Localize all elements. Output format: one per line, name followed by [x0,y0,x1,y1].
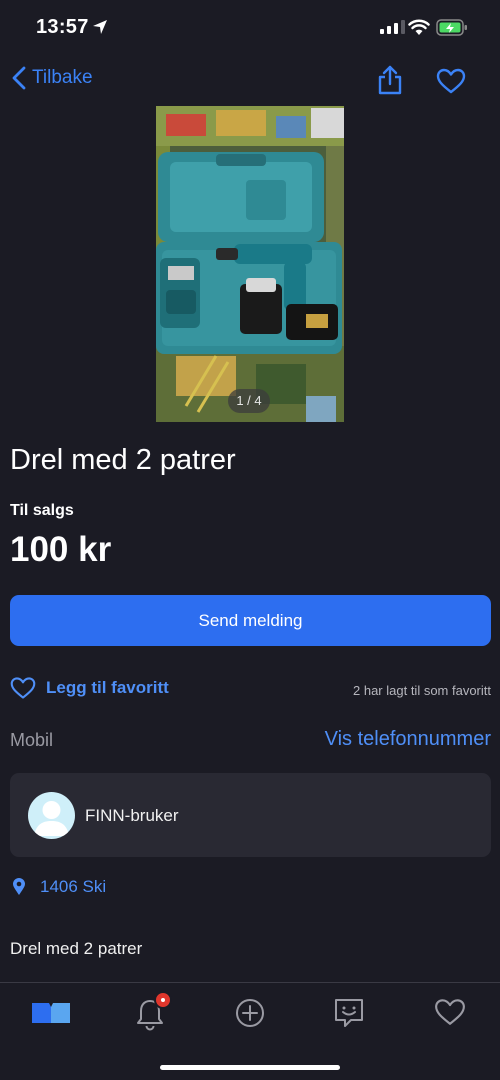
home-indicator[interactable] [160,1065,340,1070]
notification-badge [154,991,172,1009]
wifi-icon [408,19,430,35]
heart-outline-icon [10,677,36,699]
tab-new-ad[interactable] [234,997,274,1031]
seller-name: FINN-bruker [85,806,179,825]
sale-type-label: Til salgs [10,502,74,519]
map-pin-icon [13,878,25,895]
back-button[interactable]: Tilbake [12,66,93,90]
signal-icon [380,20,405,34]
location-arrow-icon [93,20,107,34]
location-link[interactable]: 1406 Ski [12,877,106,897]
tab-favorites[interactable] [434,997,474,1031]
favorite-heart-icon[interactable] [436,68,466,94]
battery-icon [436,19,467,36]
price: 100 kr [10,530,112,569]
location-text: 1406 Ski [40,877,107,896]
phone-type-label: Mobil [10,730,54,750]
home-icon [32,1003,70,1023]
chevron-left-icon [12,66,26,90]
product-image[interactable] [156,106,344,422]
show-phone-link[interactable]: Vis telefonnummer [325,728,491,751]
plus-circle-icon [236,999,264,1027]
status-bar: 13:57 [0,0,500,56]
seller-card[interactable]: FINN-bruker [10,773,491,857]
add-favorite-label: Legg til favoritt [46,678,169,697]
listing-description: Drel med 2 patrer [10,939,143,958]
add-favorite-button[interactable]: Legg til favoritt [10,676,169,700]
favorite-row: Legg til favoritt 2 har lagt til som fav… [10,676,491,704]
tab-home[interactable] [30,997,70,1031]
tab-messages[interactable] [333,997,373,1031]
status-time: 13:57 [36,16,89,38]
back-label: Tilbake [32,67,93,88]
listing-title: Drel med 2 patrer [10,444,236,476]
tab-notifications[interactable] [134,991,174,1031]
share-icon[interactable] [376,64,404,96]
user-silhouette-icon [34,801,69,836]
heart-icon [435,999,465,1025]
phone-row: Mobil Vis telefonnummer [10,728,491,756]
messages-icon [335,999,363,1027]
drill-case-photo [156,106,344,422]
nav-bar: Tilbake [0,56,500,106]
image-counter-badge: 1 / 4 [228,389,270,413]
favorite-count-text: 2 har lagt til som favoritt [353,683,491,698]
avatar [28,792,75,839]
send-message-button[interactable]: Send melding [10,595,491,646]
